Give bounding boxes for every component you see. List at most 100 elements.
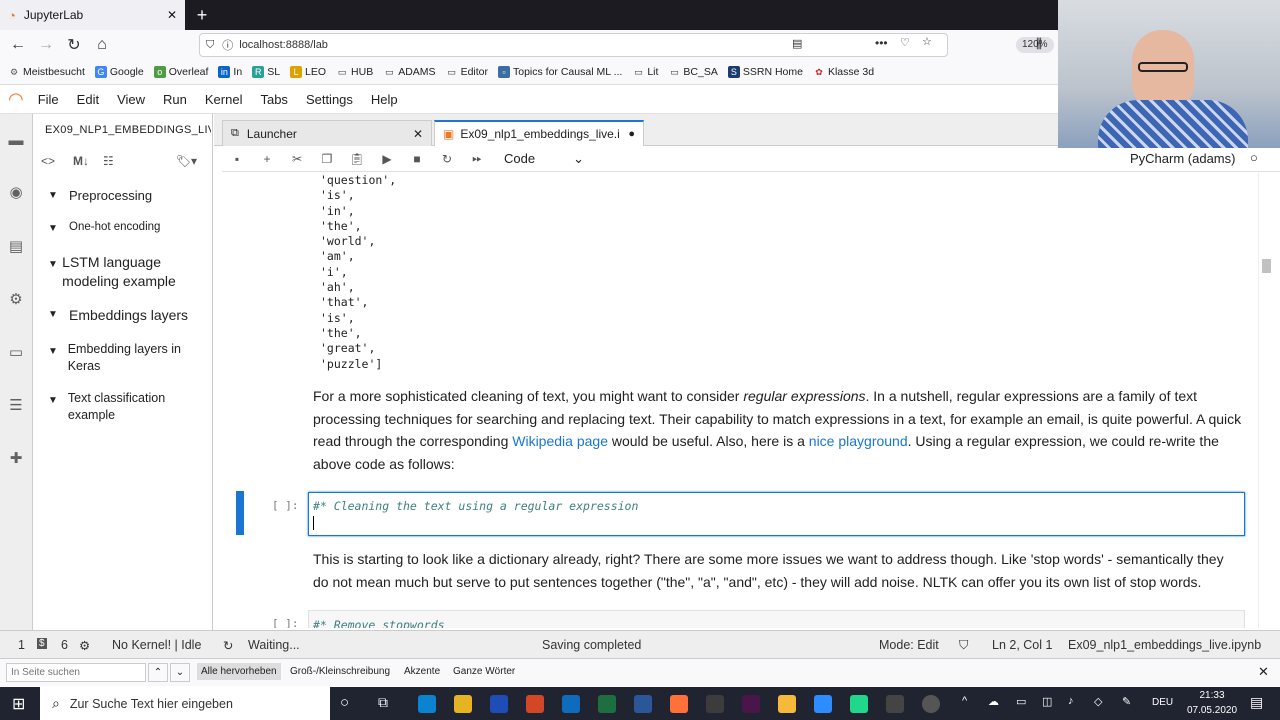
tab-notebook[interactable]: ▣ Ex09_nlp1_embeddings_live.i ● bbox=[434, 120, 644, 146]
copy-icon[interactable]: ❐ bbox=[312, 152, 342, 166]
save-icon[interactable]: ▪ bbox=[222, 152, 252, 166]
scroll-thumb[interactable] bbox=[1262, 259, 1271, 273]
bookmark-lit[interactable]: ▭ Lit bbox=[632, 66, 658, 78]
whole-words-toggle[interactable]: Ganze Wörter bbox=[453, 666, 515, 677]
clock-date[interactable]: 07.05.2020 bbox=[1186, 705, 1238, 716]
run-icon[interactable]: ▶ bbox=[372, 152, 402, 166]
stop-icon[interactable]: ■ bbox=[402, 152, 432, 166]
paste-icon[interactable]: 📋︎ bbox=[342, 152, 372, 166]
battery-icon[interactable]: ▭ bbox=[1016, 695, 1026, 708]
add-cell-icon[interactable]: + bbox=[252, 152, 282, 166]
gear-icon[interactable]: ⚙ bbox=[79, 638, 90, 653]
powerpoint-icon[interactable] bbox=[526, 695, 544, 713]
restart-icon[interactable]: ↻ bbox=[432, 152, 462, 166]
highlight-all-toggle[interactable]: Alle hervorheben bbox=[197, 663, 281, 680]
code-icon[interactable]: <> bbox=[41, 154, 55, 168]
close-icon[interactable]: ✕ bbox=[1258, 664, 1269, 680]
dropbox-icon[interactable]: ◇ bbox=[1094, 695, 1102, 708]
tray-chevron-icon[interactable]: ^ bbox=[962, 695, 967, 707]
bookmark-star-icon[interactable]: ☆ bbox=[922, 35, 932, 48]
menu-settings[interactable]: Settings bbox=[306, 92, 353, 107]
bookmark-leo[interactable]: L LEO bbox=[290, 66, 326, 78]
fast-forward-icon[interactable]: ⏩︎ bbox=[462, 151, 492, 166]
bookmark-adams[interactable]: ▭ ADAMS bbox=[383, 66, 436, 78]
bookmark-topics[interactable]: ▫ Topics for Causal ML ... bbox=[498, 66, 622, 78]
bookmark-editor[interactable]: ▭ Editor bbox=[446, 66, 488, 78]
pycharm-icon[interactable] bbox=[850, 695, 868, 713]
unsaved-dot-icon[interactable]: ● bbox=[628, 128, 635, 140]
code-cell-editor[interactable]: #* Cleaning the text using a regular exp… bbox=[308, 492, 1245, 536]
reload-icon[interactable]: ↻ bbox=[60, 31, 88, 59]
bookmark-linkedin[interactable]: in In bbox=[218, 66, 242, 78]
task-view-icon[interactable]: ⧉ bbox=[378, 694, 388, 711]
obs-icon[interactable] bbox=[922, 695, 940, 713]
language-indicator[interactable]: DEU bbox=[1152, 697, 1173, 708]
cell-type-select[interactable]: Code ⌄ bbox=[504, 151, 584, 167]
firefox-icon[interactable] bbox=[670, 695, 688, 713]
edge-icon[interactable] bbox=[418, 695, 436, 713]
outlook-icon[interactable] bbox=[562, 695, 580, 713]
cortana-icon[interactable]: ○ bbox=[340, 694, 349, 711]
network-icon[interactable]: ◫ bbox=[1042, 695, 1052, 708]
pocket-icon[interactable]: ♡ bbox=[900, 36, 910, 49]
slack-icon[interactable] bbox=[742, 695, 760, 713]
menu-file[interactable]: File bbox=[38, 92, 59, 107]
kernel-status[interactable]: No Kernel! | Idle bbox=[112, 638, 201, 652]
leo-app-icon[interactable] bbox=[490, 695, 508, 713]
terminal-app-icon[interactable] bbox=[886, 695, 904, 713]
menu-kernel[interactable]: Kernel bbox=[205, 92, 243, 107]
forward-icon[interactable]: → bbox=[32, 31, 60, 59]
tab-launcher[interactable]: ⧉ Launcher ✕ bbox=[222, 120, 432, 146]
zoom-app-icon[interactable] bbox=[814, 695, 832, 713]
url-bar[interactable]: ⛉ ⓘ localhost:8888/lab ▤ 120% ••• ♡ ☆ bbox=[199, 33, 1054, 57]
clock-time[interactable]: 21:33 bbox=[1190, 690, 1234, 701]
folder-icon[interactable]: ▬ bbox=[6, 130, 26, 150]
match-accents-toggle[interactable]: Akzente bbox=[404, 666, 440, 677]
reader-view-icon[interactable]: ▤ bbox=[792, 37, 802, 50]
notebook-scrollbar[interactable] bbox=[1258, 173, 1274, 628]
bookmark-sl[interactable]: R SL bbox=[252, 66, 280, 78]
library-icon[interactable]: ⫼ bbox=[1036, 36, 1042, 52]
kernel-name[interactable]: PyCharm (adams) bbox=[1130, 151, 1235, 166]
toc-item-onehot[interactable]: ▼ One-hot encoding bbox=[48, 221, 208, 234]
playground-link[interactable]: nice playground bbox=[809, 433, 908, 449]
volume-icon[interactable]: ♪ bbox=[1068, 695, 1074, 707]
markdown-icon[interactable]: M↓ bbox=[73, 154, 89, 168]
extension-icon[interactable]: ✚ bbox=[6, 448, 26, 468]
bookmark-overleaf[interactable]: o Overleaf bbox=[153, 66, 208, 78]
browser-tab[interactable]: ◔ JupyterLab ✕ bbox=[0, 0, 185, 30]
running-icon[interactable]: ◉ bbox=[6, 182, 26, 202]
toc-item-embeddings[interactable]: ▼ Embeddings layers bbox=[48, 307, 208, 323]
numbering-icon[interactable]: ☷ bbox=[103, 154, 114, 168]
back-icon[interactable]: ← bbox=[4, 31, 32, 59]
bookmark-meistbesucht[interactable]: ⚙ Meistbesucht bbox=[8, 66, 85, 78]
match-case-toggle[interactable]: Groß-/Kleinschreibung bbox=[290, 666, 390, 677]
cut-icon[interactable]: ✂ bbox=[282, 152, 312, 166]
find-input[interactable] bbox=[6, 663, 146, 682]
excel-icon[interactable] bbox=[598, 695, 616, 713]
word-icon[interactable] bbox=[634, 695, 652, 713]
toc-item-keras[interactable]: ▼ Embedding layers in Keras bbox=[48, 341, 208, 375]
bookmark-bcsa[interactable]: ▭ BC_SA bbox=[668, 66, 718, 78]
table-of-contents-icon[interactable]: ☰ bbox=[6, 395, 26, 415]
bookmark-klasse[interactable]: ✿ Klasse 3d bbox=[813, 66, 874, 78]
tag-icon[interactable]: 🏷︎▾ bbox=[176, 154, 197, 168]
bookmark-ssrn[interactable]: S SSRN Home bbox=[727, 66, 803, 78]
close-tab-icon[interactable]: ✕ bbox=[167, 8, 177, 22]
bookmark-hub[interactable]: ▭ HUB bbox=[336, 66, 373, 78]
menu-run[interactable]: Run bbox=[163, 92, 187, 107]
home-icon[interactable]: ⌂ bbox=[88, 31, 116, 59]
terminal-icon[interactable]: $ bbox=[37, 638, 47, 649]
more-icon[interactable]: ••• bbox=[875, 36, 888, 50]
taskbar-search[interactable]: ⌕ Zur Suche Text hier eingeben bbox=[40, 687, 330, 720]
bookmark-google[interactable]: G Google bbox=[94, 66, 144, 78]
code-cell[interactable]: #* Remove stopwords bbox=[308, 610, 1245, 628]
toc-item-textclass[interactable]: ▼ Text classification example bbox=[48, 390, 208, 424]
close-icon[interactable]: ✕ bbox=[413, 127, 423, 141]
commands-icon[interactable]: ▤ bbox=[6, 236, 26, 256]
notifications-icon[interactable]: ▤ bbox=[1250, 694, 1263, 711]
find-next-icon[interactable]: ⌄ bbox=[170, 663, 190, 682]
wikipedia-link[interactable]: Wikipedia page bbox=[512, 433, 608, 449]
new-tab-icon[interactable]: + bbox=[190, 3, 214, 27]
windows-start-icon[interactable]: ⊞ bbox=[12, 694, 25, 714]
